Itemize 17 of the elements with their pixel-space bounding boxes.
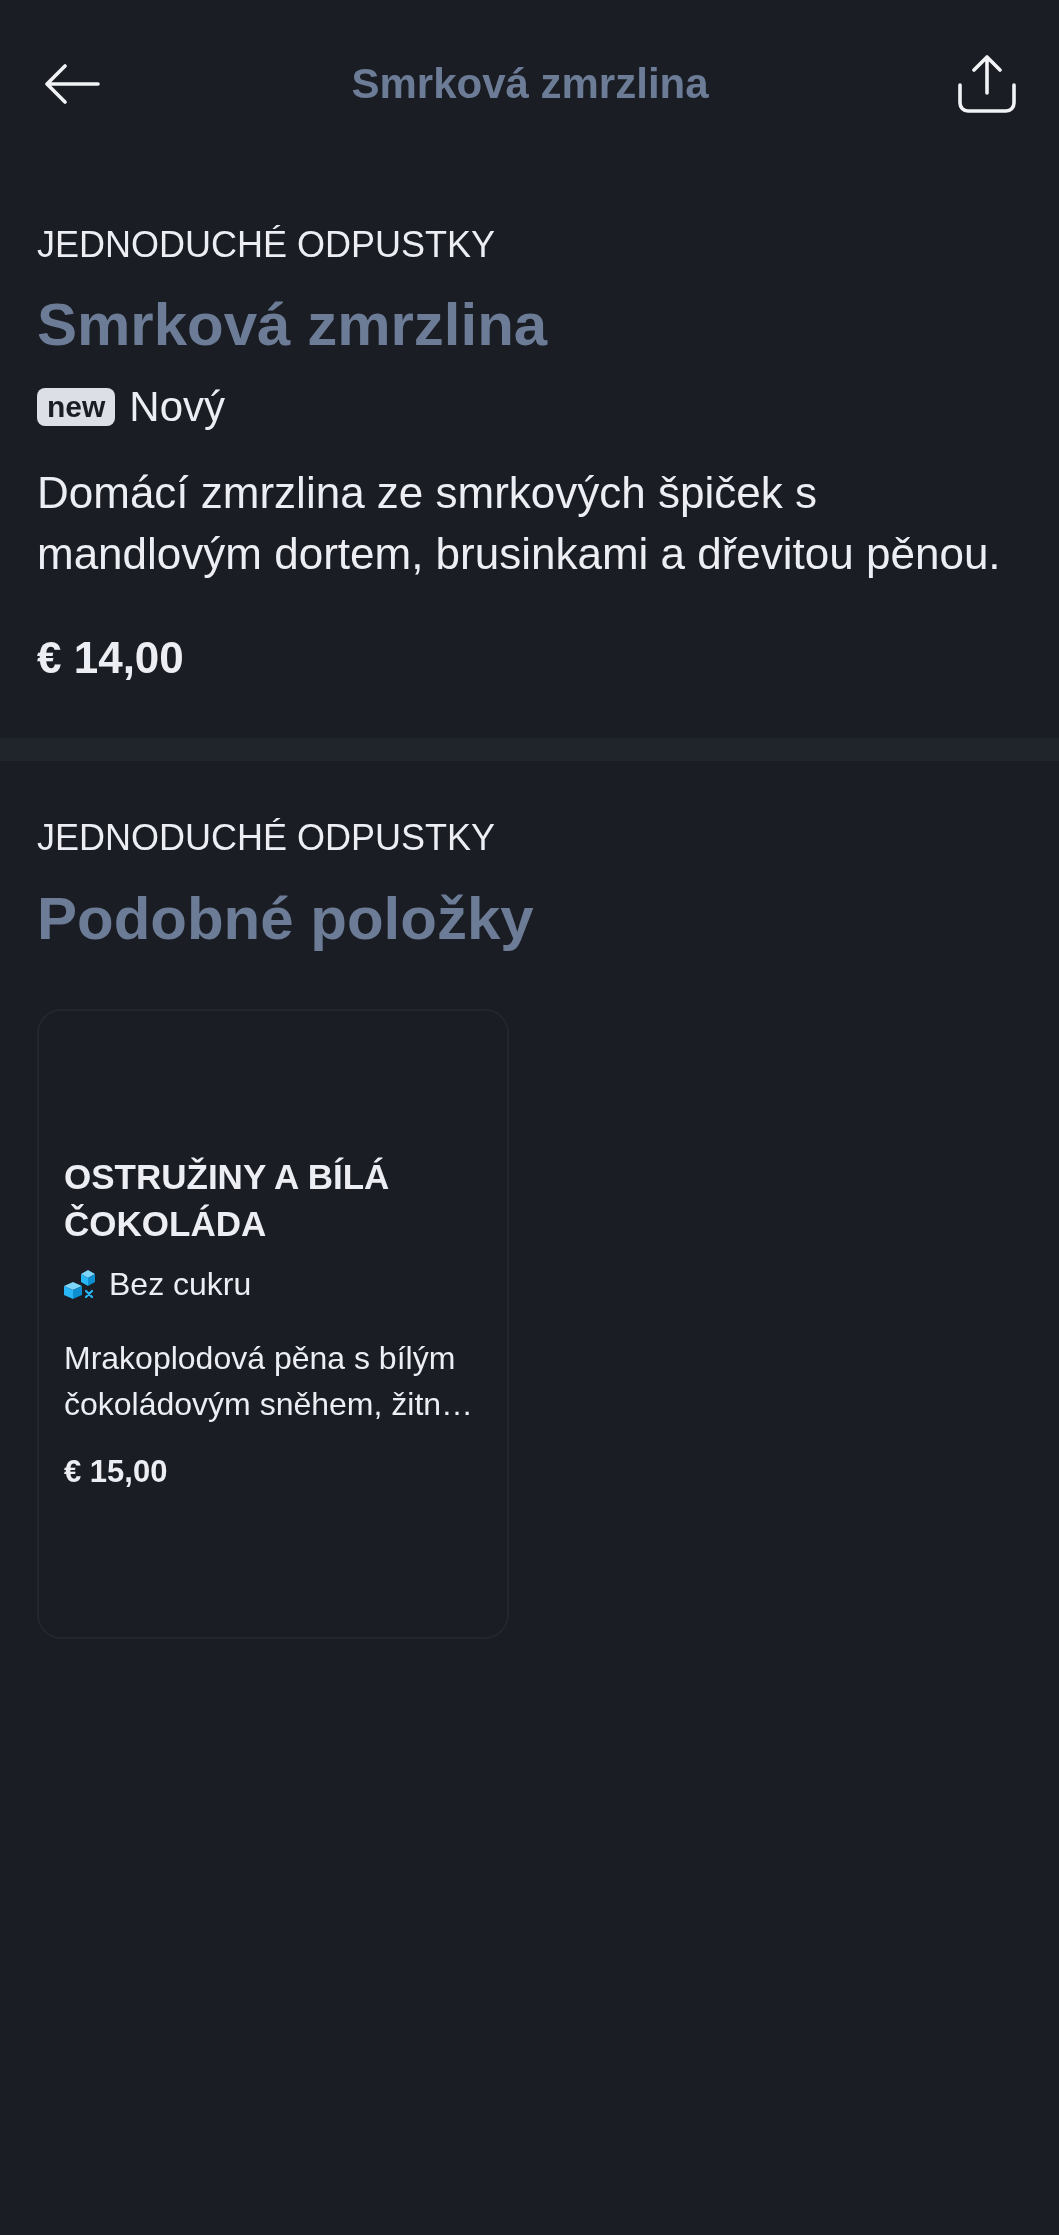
page-title: Smrková zmrzlina	[351, 59, 709, 109]
new-badge: new	[37, 388, 116, 426]
category-label: JEDNODUCHÉ ODPUSTKY	[37, 225, 496, 265]
product-card[interactable]: OSTRUŽINY A BÍLÁ ČOKOLÁDA Bez cukru Mrakoplodová pěna s bílým čokoládovým sněhem, žitn… € 15,00	[37, 1009, 509, 1639]
section-title: Podobné položky	[37, 885, 534, 953]
item-description: Domácí zmrzlina ze smrkových špiček s mandlovým dortem, brusinkami a dřevitou pěnou.	[37, 467, 1002, 580]
item-price: € 14,00	[37, 634, 184, 682]
tag-label: Bez cukru	[109, 1266, 252, 1302]
product-description: Mrakoplodová pěna s bílým čokoládovým sněhem, žitn…	[64, 1339, 475, 1424]
back-arrow-icon[interactable]	[44, 64, 100, 104]
category-label: JEDNODUCHÉ ODPUSTKY	[37, 818, 496, 858]
item-title: Smrková zmrzlina	[37, 291, 548, 359]
product-title: OSTRUŽINY A BÍLÁ ČOKOLÁDA	[64, 1156, 391, 1245]
product-price: € 15,00	[64, 1453, 168, 1491]
share-icon[interactable]	[958, 55, 1016, 113]
cubes-icon	[64, 1269, 96, 1299]
status-label: Nový	[129, 382, 226, 432]
